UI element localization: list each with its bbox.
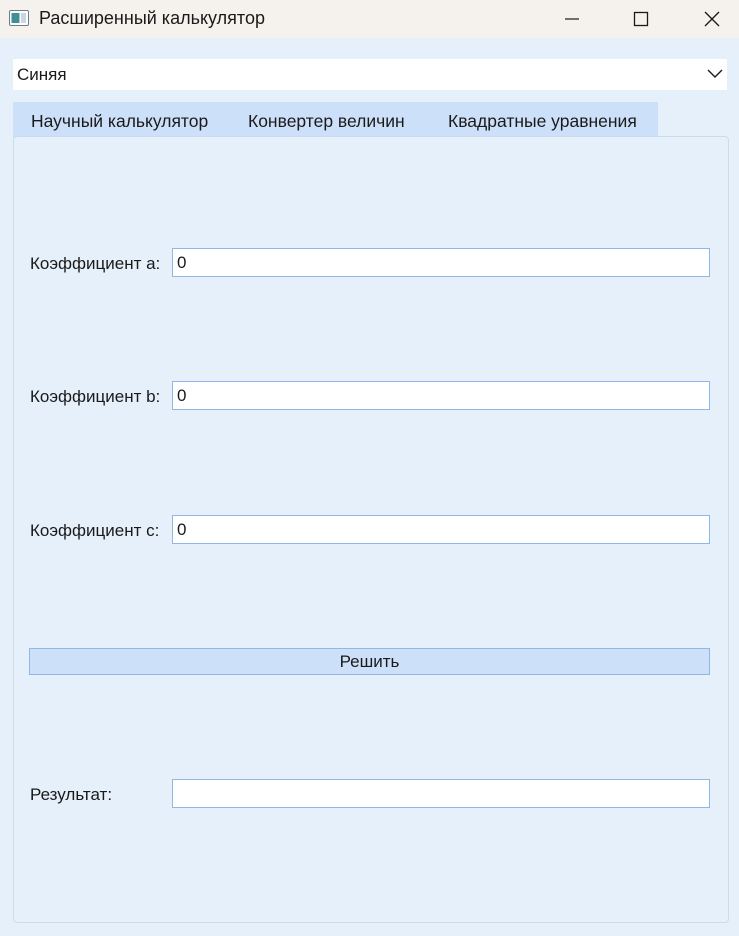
coef-c-input[interactable]: 0 xyxy=(172,515,710,544)
coef-c-label: Коэффициент c: xyxy=(30,521,160,540)
coef-a-label: Коэффициент a: xyxy=(30,254,161,273)
tab-unit-converter[interactable]: Конвертер величин xyxy=(248,102,405,138)
close-button[interactable] xyxy=(682,0,739,38)
title-bar: Расширенный калькулятор xyxy=(0,0,739,38)
minimize-icon xyxy=(565,18,579,20)
coef-a-input[interactable]: 0 xyxy=(172,248,710,277)
window-title: Расширенный калькулятор xyxy=(39,8,265,28)
tab-scientific-calculator[interactable]: Научный калькулятор xyxy=(31,102,208,138)
close-icon xyxy=(704,11,720,27)
maximize-button[interactable] xyxy=(611,0,671,38)
theme-dropdown[interactable]: Синяя xyxy=(13,59,727,90)
app-window-icon xyxy=(9,10,29,26)
coef-b-label: Коэффициент b: xyxy=(30,387,161,406)
tab-strip: Научный калькулятор Конвертер величин Кв… xyxy=(13,102,658,138)
result-field[interactable] xyxy=(172,779,710,808)
theme-dropdown-value: Синяя xyxy=(17,65,67,84)
tab-quadratic-equations[interactable]: Квадратные уравнения xyxy=(448,102,637,138)
maximize-icon xyxy=(633,11,649,27)
result-label: Результат: xyxy=(30,785,113,804)
chevron-down-icon xyxy=(707,69,723,78)
coef-b-input[interactable]: 0 xyxy=(172,381,710,410)
solve-button[interactable]: Решить xyxy=(29,648,710,675)
minimize-button[interactable] xyxy=(542,0,602,38)
